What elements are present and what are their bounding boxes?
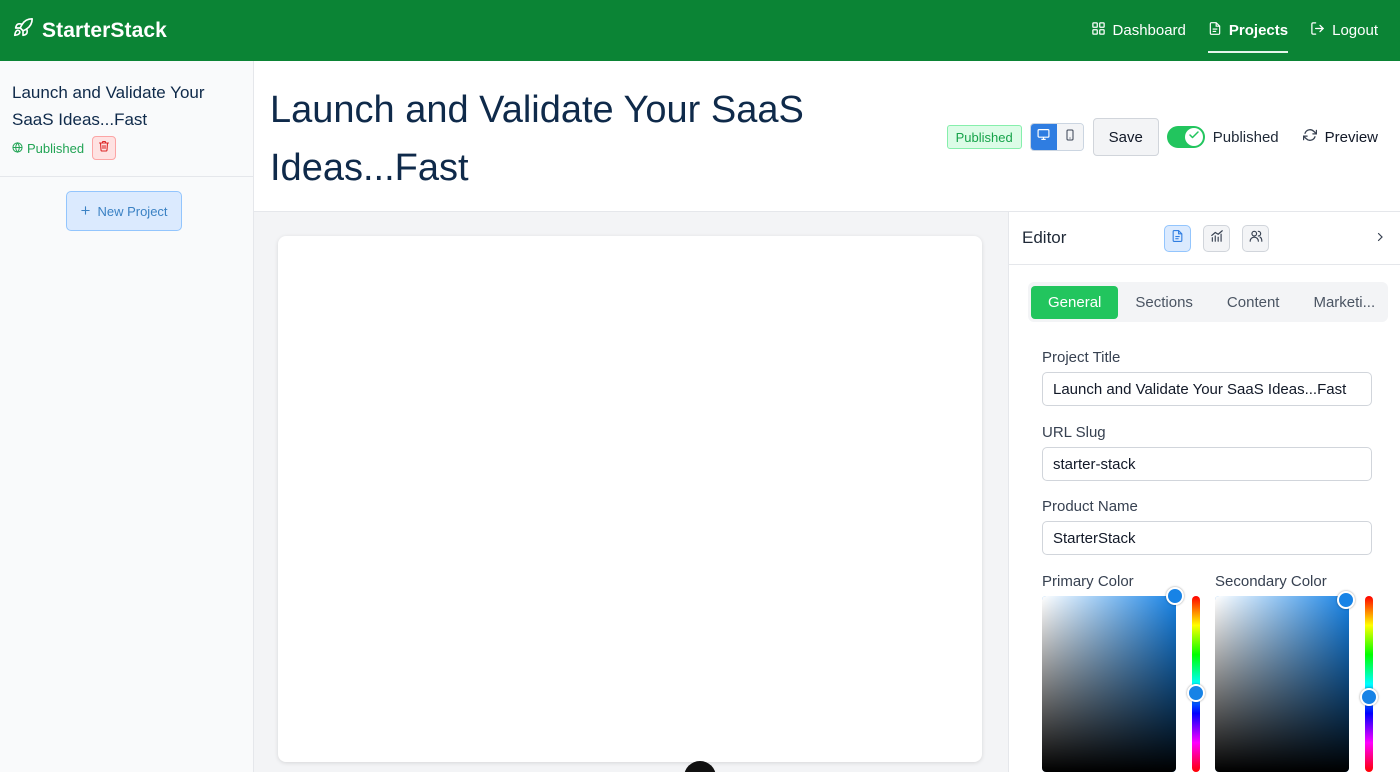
primary-color-picker[interactable] bbox=[1042, 596, 1176, 772]
preview-canvas[interactable] bbox=[278, 236, 982, 762]
editor-header: Editor bbox=[1009, 212, 1400, 265]
globe-icon bbox=[12, 141, 23, 156]
page-title: Launch and Validate Your SaaS Ideas...Fa… bbox=[270, 89, 804, 189]
editor-analytics-button[interactable] bbox=[1203, 225, 1230, 252]
publish-toggle[interactable] bbox=[1166, 126, 1205, 148]
new-project-button[interactable]: New Project bbox=[66, 191, 182, 231]
picker-value bbox=[1215, 596, 1349, 772]
project-sidebar: Launch and Validate Your SaaS Ideas...Fa… bbox=[0, 61, 254, 772]
toggle-knob bbox=[1184, 128, 1203, 146]
brand[interactable]: StarterStack bbox=[12, 17, 167, 44]
users-icon bbox=[1249, 229, 1263, 248]
secondary-color-picker[interactable] bbox=[1215, 596, 1349, 772]
save-button[interactable]: Save bbox=[1092, 118, 1159, 156]
chevron-right-icon[interactable] bbox=[1374, 230, 1386, 249]
canvas-floating-button[interactable] bbox=[684, 761, 716, 772]
project-list-item-meta: Published bbox=[12, 136, 241, 160]
preview-canvas-area bbox=[254, 212, 1008, 772]
top-navbar: StarterStack Dashboard Projects Logout bbox=[0, 0, 1400, 61]
mobile-view-button[interactable] bbox=[1056, 124, 1083, 150]
secondary-hue-handle[interactable] bbox=[1360, 688, 1378, 706]
device-toggle-group bbox=[1029, 123, 1084, 151]
preview-button[interactable]: Preview bbox=[1302, 128, 1378, 146]
plus-icon bbox=[80, 204, 91, 219]
url-slug-label: URL Slug bbox=[1042, 424, 1106, 441]
brand-name: StarterStack bbox=[42, 18, 167, 42]
project-list-item[interactable]: Launch and Validate Your SaaS Ideas...Fa… bbox=[0, 61, 253, 177]
header-actions: Published Save Published Preview bbox=[946, 118, 1378, 156]
tab-general[interactable]: General bbox=[1031, 285, 1119, 319]
status-badge: Published bbox=[946, 125, 1022, 149]
new-project-label: New Project bbox=[97, 203, 168, 219]
secondary-color-handle[interactable] bbox=[1337, 591, 1355, 609]
nav-projects-label: Projects bbox=[1228, 22, 1289, 39]
secondary-hue-slider[interactable] bbox=[1365, 596, 1373, 772]
nav-logout-label: Logout bbox=[1332, 22, 1378, 39]
tab-marketing[interactable]: Marketi... bbox=[1296, 286, 1388, 319]
desktop-view-button[interactable] bbox=[1030, 124, 1057, 150]
picker-value bbox=[1042, 596, 1176, 772]
product-name-input[interactable] bbox=[1042, 521, 1372, 555]
rocket-icon bbox=[12, 17, 34, 44]
product-name-label: Product Name bbox=[1042, 498, 1138, 515]
monitor-icon bbox=[1037, 128, 1050, 146]
project-status: Published bbox=[12, 141, 84, 156]
preview-label: Preview bbox=[1324, 128, 1378, 146]
project-header: Launch and Validate Your SaaS Ideas...Fa… bbox=[254, 61, 1400, 212]
refresh-icon bbox=[1302, 128, 1317, 146]
nav-dashboard[interactable]: Dashboard bbox=[1091, 0, 1186, 61]
logout-icon bbox=[1310, 21, 1325, 40]
editor-tabs: General Sections Content Marketi... bbox=[1028, 282, 1388, 322]
editor-title: Editor bbox=[1022, 228, 1067, 247]
delete-project-button[interactable] bbox=[92, 136, 117, 160]
tab-content[interactable]: Content bbox=[1210, 286, 1297, 319]
project-status-label: Published bbox=[27, 140, 85, 156]
document-icon bbox=[1208, 21, 1222, 40]
nav-projects[interactable]: Projects bbox=[1207, 0, 1289, 61]
chart-icon bbox=[1210, 229, 1224, 248]
check-icon bbox=[1188, 128, 1200, 146]
document-icon bbox=[1171, 229, 1184, 248]
primary-color-label: Primary Color bbox=[1042, 573, 1134, 590]
editor-panel: Editor General Sections Content Marketi.… bbox=[1008, 212, 1400, 772]
trash-icon bbox=[98, 139, 110, 157]
editor-mode-icons bbox=[1164, 225, 1269, 252]
publish-toggle-label: Published bbox=[1212, 128, 1279, 146]
primary-color-handle[interactable] bbox=[1166, 587, 1184, 605]
editor-users-button[interactable] bbox=[1242, 225, 1269, 252]
smartphone-icon bbox=[1064, 128, 1076, 147]
project-title-input[interactable] bbox=[1042, 372, 1372, 406]
nav-dashboard-label: Dashboard bbox=[1112, 22, 1186, 39]
primary-hue-handle[interactable] bbox=[1187, 684, 1205, 702]
editor-document-button[interactable] bbox=[1164, 225, 1191, 252]
project-title-label: Project Title bbox=[1042, 349, 1121, 366]
url-slug-input[interactable] bbox=[1042, 447, 1372, 481]
secondary-color-label: Secondary Color bbox=[1215, 573, 1327, 590]
tab-sections[interactable]: Sections bbox=[1118, 286, 1210, 319]
project-list-item-title: Launch and Validate Your SaaS Ideas...Fa… bbox=[12, 83, 205, 129]
dashboard-grid-icon bbox=[1091, 21, 1106, 40]
nav-links: Dashboard Projects Logout bbox=[1091, 0, 1378, 61]
nav-logout[interactable]: Logout bbox=[1310, 0, 1378, 61]
